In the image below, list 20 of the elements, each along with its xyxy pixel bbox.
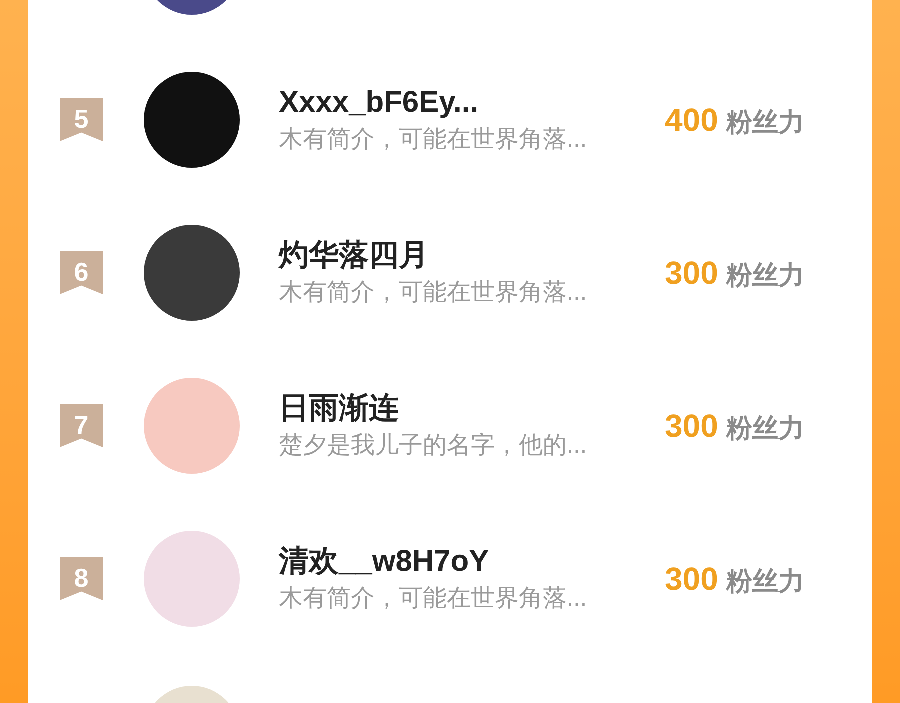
user-name: 日雨渐连 <box>279 390 400 426</box>
score-value: 300 <box>665 406 718 446</box>
score-value: 400 <box>665 100 718 140</box>
score-unit: 粉丝力 <box>726 258 804 292</box>
score-unit: 粉丝力 <box>726 106 804 138</box>
user-bio: 楚夕是我儿子的名字，他的... <box>279 430 588 460</box>
user-name: Xxxx_bF6Ey... <box>279 84 480 120</box>
user-bio: 木有简介，可能在世界角落... <box>279 278 588 308</box>
rank-badge: 5 <box>60 98 103 142</box>
score-value: 300 <box>665 254 718 292</box>
rank-badge: 7 <box>60 404 103 448</box>
rank-badge: 8 <box>60 556 103 600</box>
user-name: 清欢__w8H7oY <box>279 544 490 580</box>
user-name: 灼华落四月 <box>279 238 430 274</box>
score-value: 300 <box>665 560 718 598</box>
score-unit: 粉丝力 <box>726 412 804 444</box>
score-unit: 粉丝力 <box>726 564 804 598</box>
user-bio: 木有简介，可能在世界角落... <box>279 124 588 154</box>
user-bio: 木有简介，可能在世界角落... <box>279 584 588 614</box>
rank-badge: 6 <box>60 250 103 294</box>
